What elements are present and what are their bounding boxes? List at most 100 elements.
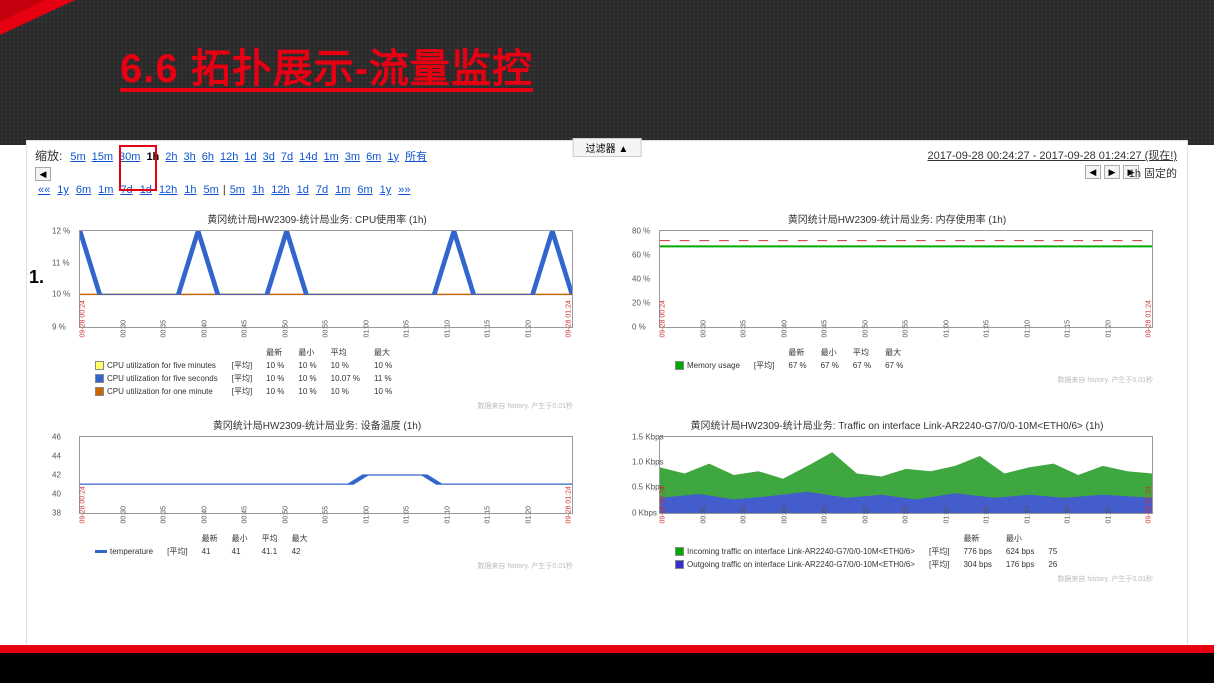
zoom-link-3d[interactable]: 3d — [260, 151, 278, 163]
nav-back-1y[interactable]: 1y — [54, 184, 72, 196]
chart-title: 黄冈统计局HW2309-统计局业务: 设备温度 (1h) — [47, 417, 587, 432]
nav-fwd-12h[interactable]: 12h — [268, 184, 292, 196]
xtick: 01:00 — [363, 330, 370, 338]
time-range-display[interactable]: 2017-09-28 00:24:27 - 2017-09-28 01:24:2… — [928, 147, 1178, 163]
legend-label: CPU utilization for five minutes — [107, 361, 216, 370]
xtick: 09-28 00:24 — [80, 330, 87, 338]
xtick: 00:50 — [862, 330, 869, 338]
chart-memory: 黄冈统计局HW2309-统计局业务: 内存使用率 (1h) 80 % 60 % … — [627, 211, 1167, 411]
xtick: 01:05 — [404, 330, 411, 338]
xtick: 00:35 — [161, 330, 168, 338]
legend-label: CPU utilization for five seconds — [107, 374, 218, 383]
nav-back-5m[interactable]: 5m — [201, 184, 222, 196]
xtick: 00:50 — [282, 330, 289, 338]
nav-back-12h[interactable]: 12h — [156, 184, 180, 196]
nav-fwd-1d[interactable]: 1d — [294, 184, 312, 196]
charts-grid: 1. 黄冈统计局HW2309-统计局业务: CPU使用率 (1h) 12 % 1… — [27, 201, 1187, 584]
xtick: 00:30 — [120, 330, 127, 338]
xtick: 00:45 — [242, 330, 249, 338]
xtick: 00:55 — [323, 330, 330, 338]
xtick: 01:05 — [984, 330, 991, 338]
toolbar: 缩放: 5m15m30m1h2h3h6h12h1d3d7d14d1m3m6m1y… — [27, 141, 1187, 201]
nav-fwd-7d[interactable]: 7d — [313, 184, 331, 196]
xtick: 00:35 — [161, 516, 168, 524]
zoom-label: 缩放: — [35, 147, 62, 164]
zoom-link-1m[interactable]: 1m — [321, 151, 342, 163]
zoom-link-3m[interactable]: 3m — [342, 151, 363, 163]
xtick: 00:35 — [741, 516, 748, 524]
zoom-link-6h[interactable]: 6h — [199, 151, 217, 163]
xtick: 09-28 00:24 — [80, 516, 87, 524]
chart-legend: 最新最小Incoming traffic on interface Link-A… — [667, 531, 1065, 572]
xtick: 09-28 00:24 — [660, 516, 667, 524]
legend-label: Outgoing traffic on interface Link-AR224… — [687, 560, 915, 569]
nav-fwd-5m[interactable]: 5m — [227, 184, 248, 196]
xtick: 00:55 — [903, 516, 910, 524]
zoom-link-7d[interactable]: 7d — [278, 151, 296, 163]
nav-prev-button[interactable]: ◀ — [35, 167, 51, 181]
nav-fwd-1y[interactable]: 1y — [377, 184, 395, 196]
nav-back-6m[interactable]: 6m — [73, 184, 94, 196]
xtick: 01:20 — [1105, 516, 1112, 524]
nav-fwd-1m[interactable]: 1m — [332, 184, 353, 196]
chart-svg — [660, 437, 1152, 513]
xtick: 01:00 — [943, 330, 950, 338]
nav-back-1m[interactable]: 1m — [95, 184, 116, 196]
xtick: 00:40 — [781, 330, 788, 338]
footer-note: 数据来自 history. 产生于0.01秒 — [47, 401, 587, 411]
xtick: 09-28 00:24 — [660, 330, 667, 338]
content-area: 过滤器 ▲ 缩放: 5m15m30m1h2h3h6h12h1d3d7d14d1m… — [26, 140, 1188, 648]
xtick: 00:40 — [201, 330, 208, 338]
chart-legend: 最新最小平均最大Memory usage[平均]67 %67 %67 %67 % — [667, 345, 911, 373]
zoom-link-14d[interactable]: 14d — [296, 151, 320, 163]
nav-back-1h[interactable]: 1h — [181, 184, 199, 196]
xtick: 00:30 — [700, 330, 707, 338]
xtick: 01:15 — [485, 516, 492, 524]
xtick: 00:40 — [781, 516, 788, 524]
header-accent-dark — [0, 0, 45, 22]
nav-fwd-6m[interactable]: 6m — [354, 184, 375, 196]
nav-pause-button[interactable]: ▶ — [1104, 165, 1120, 179]
fixed-label: 1h 固定的 — [1129, 165, 1177, 181]
xtick: 00:45 — [242, 516, 249, 524]
chart-legend: 最新最小平均最大CPU utilization for five minutes… — [87, 345, 400, 399]
chart-plot-area: 80 % 60 % 40 % 20 % 0 % — [659, 230, 1153, 328]
chart-temperature: 黄冈统计局HW2309-统计局业务: 设备温度 (1h) 46 44 42 40… — [47, 417, 587, 584]
highlight-box-1h — [119, 145, 157, 191]
zoom-link-2h[interactable]: 2h — [162, 151, 180, 163]
zoom-link-15m[interactable]: 15m — [89, 151, 116, 163]
zoom-link-1d[interactable]: 1d — [241, 151, 259, 163]
chart-title: 黄冈统计局HW2309-统计局业务: CPU使用率 (1h) — [47, 211, 587, 226]
chart-plot-area: 1.5 Kbps 1.0 Kbps 0.5 Kbps 0 Kbps — [659, 436, 1153, 514]
xtick: 09-28 01:24 — [566, 330, 573, 338]
xtick: 01:10 — [444, 330, 451, 338]
xtick: 01:20 — [525, 516, 532, 524]
xtick: 01:15 — [1065, 516, 1072, 524]
legend-label: temperature — [110, 547, 153, 556]
zoom-link-3h[interactable]: 3h — [181, 151, 199, 163]
page-title: 6.6 拓扑展示-流量监控 — [120, 36, 533, 94]
xtick: 00:55 — [323, 516, 330, 524]
chart-cpu: 1. 黄冈统计局HW2309-统计局业务: CPU使用率 (1h) 12 % 1… — [47, 211, 587, 411]
zoom-link-6m[interactable]: 6m — [363, 151, 384, 163]
xtick: 09-28 01:24 — [1146, 516, 1153, 524]
chart-svg — [80, 437, 572, 513]
chart-plot-area: 46 44 42 40 38 — [79, 436, 573, 514]
footer-note: 数据来自 history. 产生于0.01秒 — [627, 574, 1167, 584]
xtick: 00:50 — [282, 516, 289, 524]
zoom-link-5m[interactable]: 5m — [67, 151, 88, 163]
chart-traffic: 黄冈统计局HW2309-统计局业务: Traffic on interface … — [627, 417, 1167, 584]
zoom-link-12h[interactable]: 12h — [217, 151, 241, 163]
nav-left-button[interactable]: ◀ — [1085, 165, 1101, 179]
zoom-link-1y[interactable]: 1y — [384, 151, 402, 163]
xtick: 00:45 — [822, 330, 829, 338]
xtick: 01:05 — [984, 516, 991, 524]
chart-svg — [660, 231, 1152, 327]
xtick: 00:45 — [822, 516, 829, 524]
xtick: 00:30 — [120, 516, 127, 524]
xtick: 09-28 01:24 — [1146, 330, 1153, 338]
xtick: 01:10 — [1024, 516, 1031, 524]
zoom-link-所有[interactable]: 所有 — [402, 151, 430, 163]
nav-fwd-1h[interactable]: 1h — [249, 184, 267, 196]
xtick: 00:35 — [741, 330, 748, 338]
